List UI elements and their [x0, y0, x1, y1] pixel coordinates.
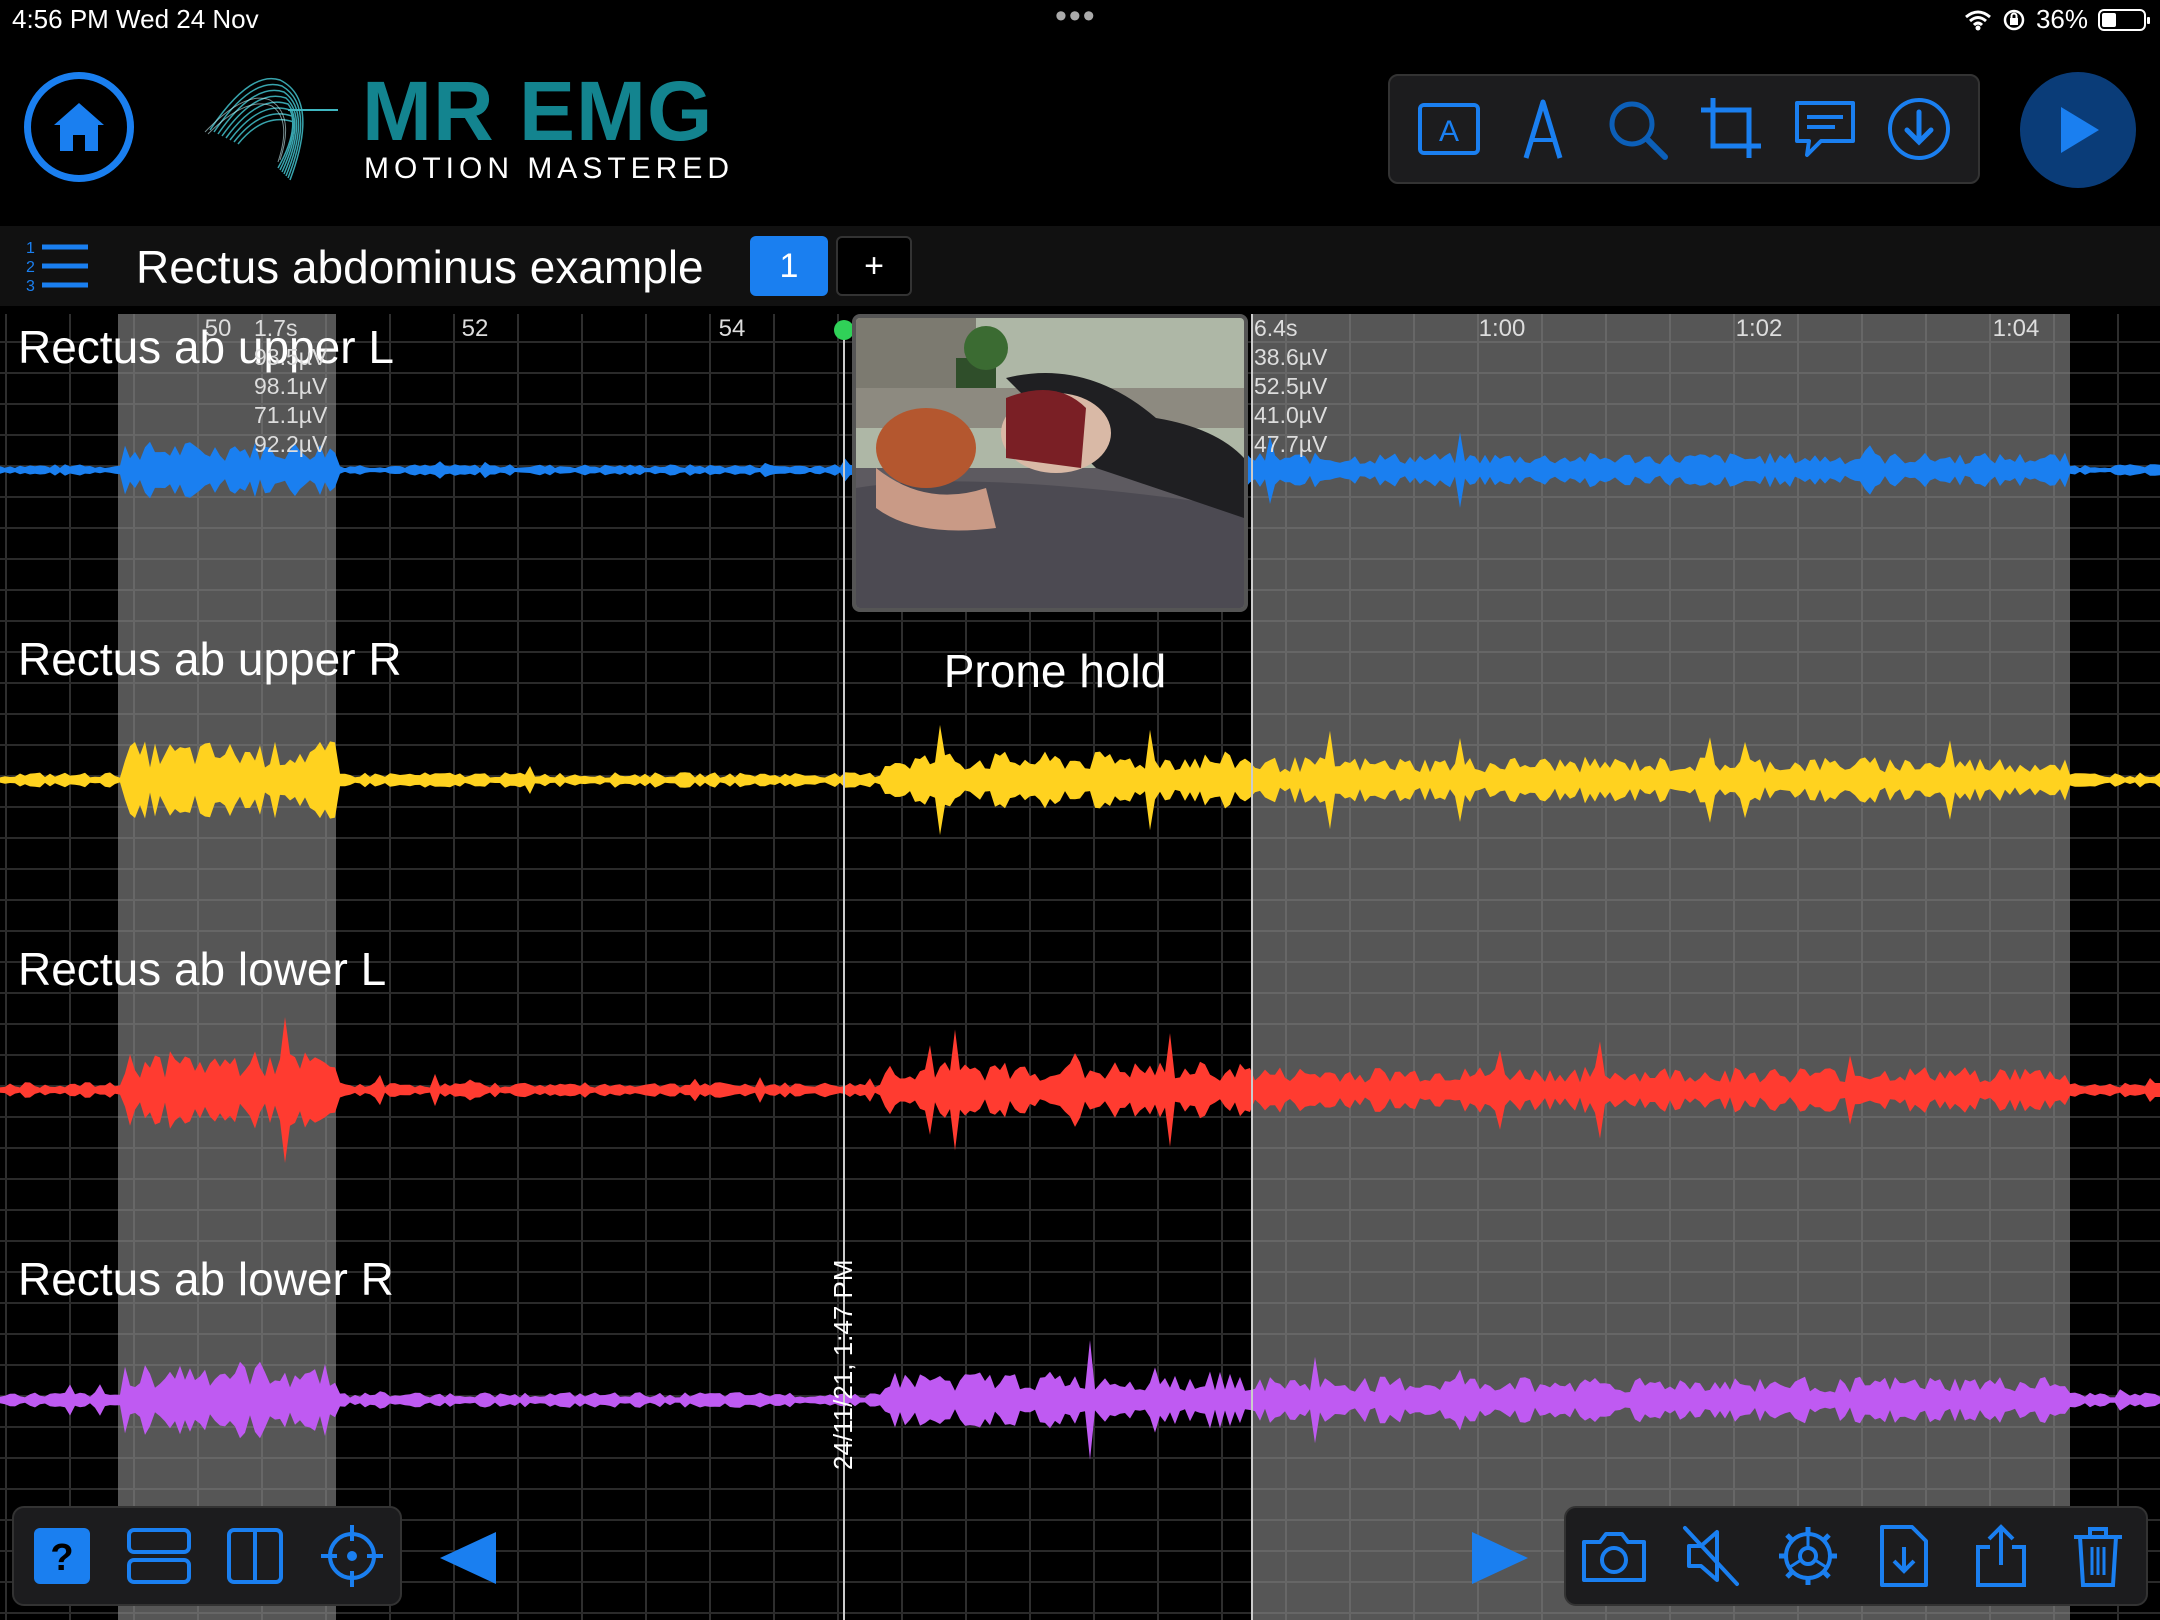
status-indicators: 36% — [1964, 4, 2150, 35]
svg-text:3: 3 — [26, 278, 35, 295]
multitask-dots[interactable]: ••• — [1055, 0, 1097, 33]
numbered-list-icon[interactable]: 1 2 3 — [22, 236, 92, 296]
svg-text:1: 1 — [26, 240, 35, 257]
import-file-button[interactable] — [1869, 1521, 1939, 1591]
download-icon — [1888, 98, 1950, 160]
selection-a-value-2: 98.1µV — [254, 373, 328, 399]
help-icon: ? — [34, 1528, 91, 1584]
selection-a-value-1: 93.5µV — [254, 344, 328, 370]
trash-icon — [2073, 1527, 2122, 1587]
selection-b-duration: 6.4s — [1254, 315, 1298, 341]
share-button[interactable] — [1966, 1521, 2036, 1591]
selection-region-b[interactable] — [1252, 314, 2070, 1620]
session-title[interactable]: Rectus abdominus example — [136, 240, 704, 294]
add-page-button[interactable]: + — [836, 236, 912, 296]
comment-icon — [1795, 101, 1855, 157]
settings-button[interactable] — [1773, 1521, 1843, 1591]
target-icon — [320, 1525, 383, 1587]
camera-icon — [1582, 1532, 1647, 1582]
previous-arrow-icon[interactable] — [436, 1530, 500, 1586]
download-button[interactable] — [1879, 89, 1959, 169]
split-view-button[interactable] — [220, 1521, 290, 1591]
battery-icon — [2098, 8, 2150, 31]
settings-icon — [1778, 1527, 1837, 1585]
play-button[interactable] — [2020, 72, 2136, 188]
channel-label-lower-r: Rectus ab lower R — [18, 1253, 394, 1305]
search-icon — [1609, 101, 1668, 160]
time-tick-label: 54 — [719, 315, 746, 342]
share-icon — [1975, 1524, 2026, 1587]
selection-a-value-4: 92.2µV — [254, 431, 328, 457]
video-caption: Prone hold — [943, 645, 1167, 697]
channel-label-upper-r: Rectus ab upper R — [18, 633, 402, 685]
battery-percent: 36% — [2035, 4, 2088, 34]
camera-button[interactable] — [1579, 1521, 1649, 1591]
playhead-handle[interactable] — [834, 320, 854, 340]
text-box-icon: A — [1418, 103, 1480, 155]
search-button[interactable] — [1597, 89, 1677, 169]
svg-text:A: A — [1439, 115, 1459, 148]
comment-button[interactable] — [1785, 89, 1865, 169]
time-tick-label: 1:00 — [1479, 315, 1526, 342]
brand-title: MR EMG — [362, 64, 714, 158]
help-button[interactable]: ? — [27, 1521, 97, 1591]
home-button[interactable] — [24, 72, 134, 182]
wifi-icon — [1964, 10, 1991, 30]
mute-icon — [1682, 1526, 1739, 1586]
home-icon — [54, 103, 104, 151]
pen-button[interactable] — [1503, 89, 1583, 169]
stacked-view-icon — [126, 1528, 191, 1584]
svg-text:?: ? — [51, 1537, 74, 1579]
orientation-lock-icon — [2003, 9, 2025, 30]
target-button[interactable] — [317, 1521, 387, 1591]
video-frame-image — [856, 318, 1244, 608]
export-toolbar — [1564, 1506, 2148, 1606]
annotation-toolbar: A — [1388, 74, 1980, 184]
selection-a-duration: 1.7s — [254, 315, 298, 341]
split-view-icon — [227, 1528, 284, 1584]
import-file-icon — [1880, 1525, 1929, 1587]
play-icon — [2061, 107, 2099, 153]
selection-a-value-3: 71.1µV — [254, 402, 328, 428]
channel-label-lower-l: Rectus ab lower L — [18, 943, 387, 995]
text-box-button[interactable]: A — [1409, 89, 1489, 169]
crop-icon — [1701, 98, 1761, 158]
video-thumbnail[interactable] — [852, 314, 1248, 612]
channel-label-upper-l: Rectus ab upper L — [18, 321, 394, 373]
time-tick-label: 52 — [462, 315, 489, 342]
trash-button[interactable] — [2063, 1521, 2133, 1591]
mute-button[interactable] — [1676, 1521, 1746, 1591]
view-toolbar: ? — [12, 1506, 402, 1606]
selection-b-value-1: 38.6µV — [1254, 344, 1328, 370]
time-tick-label: 1:02 — [1736, 315, 1783, 342]
svg-text:2: 2 — [26, 259, 35, 276]
video-timestamp: 24/11/21, 1:47 PM — [828, 1259, 858, 1470]
crop-button[interactable] — [1691, 89, 1771, 169]
next-arrow-icon[interactable] — [1468, 1530, 1532, 1586]
brand-subtitle: MOTION MASTERED — [364, 152, 735, 185]
tab-page-1[interactable]: 1 — [750, 236, 828, 296]
selection-b-value-3: 41.0µV — [1254, 402, 1328, 428]
status-time-date: 4:56 PM Wed 24 Nov — [12, 4, 259, 34]
selection-b-value-2: 52.5µV — [1254, 373, 1328, 399]
time-tick-label: 1:04 — [1993, 315, 2040, 342]
selection-b-value-4: 47.7µV — [1254, 431, 1328, 457]
stacked-view-button[interactable] — [124, 1521, 194, 1591]
pen-icon — [1523, 99, 1563, 159]
brand-logo-icon — [204, 77, 338, 181]
